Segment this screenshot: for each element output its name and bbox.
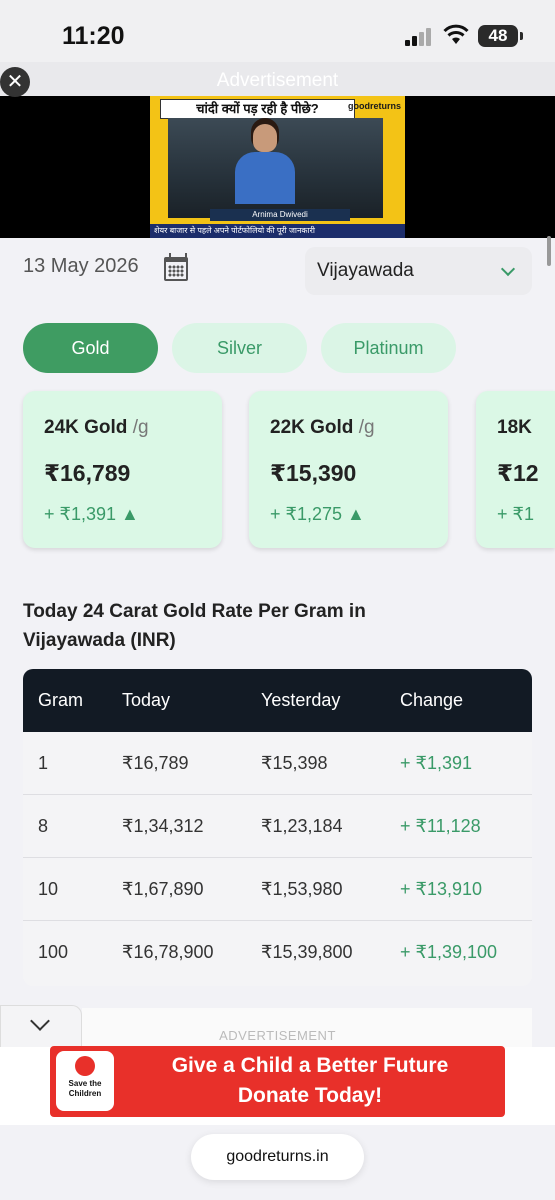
cellular-signal-icon [405,28,433,46]
chevron-down-icon [500,261,516,277]
ad-presenter-name: Arnima Dwivedi [210,209,350,221]
url-bar[interactable]: goodreturns.in [191,1134,364,1180]
table-row: 8 ₹1,34,312 ₹1,23,184 + ₹11,128 [23,795,532,858]
status-bar: 11:20 48 [0,0,555,62]
cell-yesterday: ₹15,398 [261,753,328,773]
column-header-today: Today [122,690,171,710]
card-unit: /g [358,417,375,438]
card-title-text: 18K [497,417,532,438]
ad-video-thumbnail[interactable]: चांदी क्यों पड़ रही है पीछे? goodreturns… [150,96,405,238]
card-title: 18K [497,417,532,439]
collapse-ad-chevron-down-icon[interactable] [0,1005,82,1047]
donate-line-2: Donate Today! [237,1084,383,1107]
cell-change: + ₹1,39,100 [400,942,498,962]
card-title-text: 24K Gold [44,417,128,438]
cell-change: + ₹11,128 [400,816,481,836]
card-title-text: 22K Gold [270,417,354,438]
donate-banner[interactable]: Save the Children Give a Child a Better … [50,1046,505,1117]
ad-presenter-figure [235,124,295,204]
ad-headline: चांदी क्यों पड़ रही है पीछे? [160,99,355,119]
rate-card-18k[interactable]: 18K ₹12 + ₹1 [476,391,555,548]
column-header-change: Change [400,690,464,710]
save-the-children-icon [75,1056,95,1076]
cell-today: ₹16,789 [122,753,189,773]
donate-line-1: Give a Child a Better Future [171,1054,449,1077]
tab-gold[interactable]: Gold [23,323,158,373]
table-row: 10 ₹1,67,890 ₹1,53,980 + ₹13,910 [23,858,532,921]
top-advertisement[interactable]: Advertisement ✕ चांदी क्यों पड़ रही है प… [0,62,555,238]
card-change: + ₹1 [497,504,534,525]
column-header-gram: Gram [38,690,83,710]
up-arrow-icon: ▲ [347,504,365,524]
cell-today: ₹16,78,900 [122,942,214,962]
card-title: 22K Gold /g [270,417,375,439]
calendar-icon[interactable] [164,253,188,281]
table-row: 1 ₹16,789 ₹15,398 + ₹1,391 [23,732,532,795]
date-text: 13 May 2026 [23,255,139,277]
date-picker[interactable]: 13 May 2026 [23,253,188,285]
card-change-value: + ₹1 [497,504,534,524]
cell-today: ₹1,34,312 [122,816,204,836]
table-row: 100 ₹16,78,900 ₹15,39,800 + ₹1,39,100 [23,921,532,984]
card-price: ₹15,390 [270,460,357,486]
logo-text: Save the Children [68,1079,102,1098]
city-value: Vijayawada [317,260,414,281]
up-arrow-icon: ▲ [121,504,139,524]
table-header: Gram Today Yesterday Change [23,669,532,732]
card-change-value: + ₹1,391 [44,504,117,524]
rate-card-22k[interactable]: 22K Gold /g ₹15,390 + ₹1,275 ▲ [249,391,448,548]
column-header-yesterday: Yesterday [261,690,341,710]
cell-yesterday: ₹1,53,980 [261,879,343,899]
cell-gram: 8 [38,816,49,836]
cell-today: ₹1,67,890 [122,879,204,899]
cell-gram: 1 [38,753,49,773]
wifi-icon [443,24,469,44]
battery-indicator: 48 [478,25,523,47]
cell-gram: 10 [38,879,59,899]
card-change-value: + ₹1,275 [270,504,343,524]
ad-brand: goodreturns [348,101,401,111]
cell-change: + ₹13,910 [400,879,483,899]
scrollbar[interactable] [547,236,551,266]
close-icon[interactable]: ✕ [0,67,30,97]
tab-silver[interactable]: Silver [172,323,307,373]
card-title: 24K Gold /g [44,417,149,439]
card-unit: /g [132,417,149,438]
ad-label: Advertisement [216,70,339,91]
card-change: + ₹1,275 ▲ [270,504,365,525]
cell-yesterday: ₹15,39,800 [261,942,353,962]
save-the-children-logo: Save the Children [56,1051,114,1111]
card-price: ₹16,789 [44,460,131,486]
section-title: Today 24 Carat Gold Rate Per Gram in Vij… [23,601,366,651]
rate-card-24k[interactable]: 24K Gold /g ₹16,789 + ₹1,391 ▲ [23,391,222,548]
card-change: + ₹1,391 ▲ [44,504,139,525]
card-price: ₹12 [497,460,539,486]
ad-ticker-text: शेयर बाजार से पहले अपने पोर्टफोलियो की प… [154,226,315,235]
city-dropdown[interactable]: Vijayawada [305,247,532,295]
ad-label: ADVERTISEMENT [219,1028,336,1043]
cell-yesterday: ₹1,23,184 [261,816,343,836]
rate-table: Gram Today Yesterday Change 1 ₹16,789 ₹1… [23,669,532,986]
ad-ticker: शेयर बाजार से पहले अपने पोर्टफोलियो की प… [150,224,405,238]
status-time: 11:20 [62,22,125,50]
cell-gram: 100 [38,942,69,962]
tab-platinum[interactable]: Platinum [321,323,456,373]
cell-change: + ₹1,391 [400,753,473,773]
